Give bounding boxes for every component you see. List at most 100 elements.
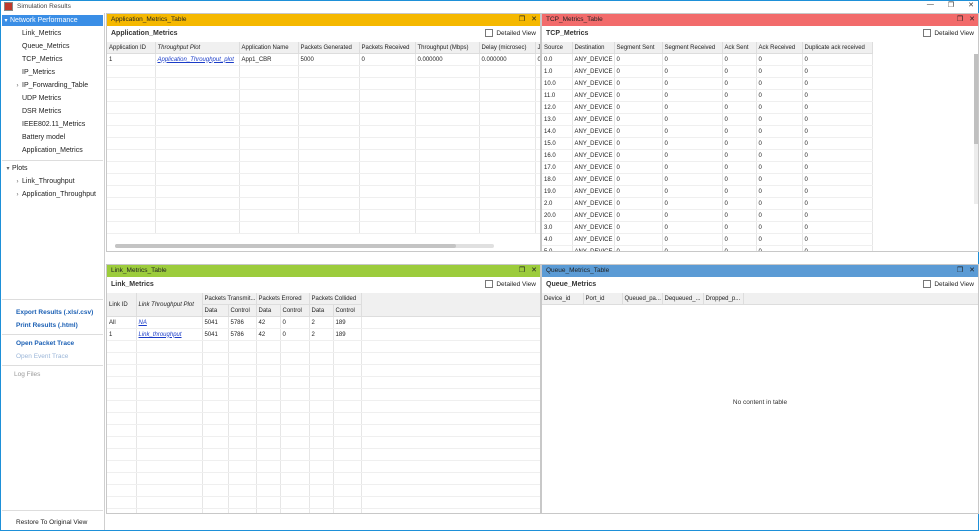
restore-icon[interactable]: ❐ — [957, 265, 963, 277]
table-cell — [415, 89, 480, 102]
table-row[interactable]: 16.0 ANY_DEVICE 0 0 0 0 0 — [542, 149, 873, 162]
sidebar-item-application-metrics[interactable]: Application_Metrics — [22, 145, 83, 156]
print-results-link[interactable]: Print Results (.html) — [16, 322, 78, 329]
sidebar-item-link-throughput[interactable]: › Link_Throughput — [13, 176, 75, 187]
column-header[interactable]: Packets Received — [359, 42, 416, 54]
close-icon[interactable]: ✕ — [531, 14, 537, 26]
table-cell: 0 — [722, 161, 757, 174]
column-header[interactable]: Link ID — [107, 293, 137, 317]
throughput-plot-link[interactable]: Application_Throughput_plot — [158, 57, 234, 63]
table-row[interactable]: 3.0 ANY_DEVICE 0 0 0 0 0 — [542, 221, 873, 234]
maximize-button[interactable]: ❐ — [948, 1, 954, 9]
sidebar-item-ip-forwarding[interactable]: › IP_Forwarding_Table — [13, 80, 89, 91]
column-header[interactable]: J — [535, 42, 540, 54]
table-row[interactable]: All NA 5041 5786 42 0 2 189 — [107, 316, 540, 329]
close-icon[interactable]: ✕ — [969, 14, 975, 26]
table-cell — [298, 185, 360, 198]
column-header[interactable]: Dequeued_... — [662, 293, 704, 305]
table-cell: 0 — [662, 197, 723, 210]
restore-icon[interactable]: ❐ — [519, 265, 525, 277]
table-row[interactable]: 14.0 ANY_DEVICE 0 0 0 0 0 — [542, 125, 873, 138]
column-header[interactable]: Segment Sent — [614, 42, 663, 54]
column-header[interactable]: Destination — [572, 42, 615, 54]
checkbox[interactable] — [485, 280, 494, 288]
column-header[interactable]: Source — [542, 42, 573, 54]
sidebar-item-ieee80211-metrics[interactable]: IEEE802.11_Metrics — [22, 119, 85, 130]
column-header[interactable]: Application Name — [239, 42, 299, 54]
detailed-view-toggle[interactable]: Detailed View — [485, 280, 536, 288]
column-header[interactable]: Ack Received — [756, 42, 803, 54]
table-row[interactable]: 12.0 ANY_DEVICE 0 0 0 0 0 — [542, 101, 873, 114]
table-row[interactable]: 0.0 ANY_DEVICE 0 0 0 0 0 — [542, 53, 873, 66]
horizontal-scrollbar[interactable] — [115, 244, 494, 248]
table-row[interactable]: 11.0 ANY_DEVICE 0 0 0 0 0 — [542, 89, 873, 102]
table-row[interactable]: 20.0 ANY_DEVICE 0 0 0 0 0 — [542, 209, 873, 222]
sidebar-item-ip-metrics[interactable]: IP_Metrics — [22, 67, 55, 78]
sidebar-item-udp-metrics[interactable]: UDP Metrics — [22, 93, 61, 104]
column-header[interactable]: Duplicate ack received — [802, 42, 873, 54]
sidebar-item-application-throughput[interactable]: › Application_Throughput — [13, 189, 96, 200]
column-header[interactable]: Device_id — [542, 293, 584, 305]
column-header[interactable]: Packets Errored — [256, 293, 310, 305]
column-header[interactable]: Port_id — [583, 293, 623, 305]
sidebar-item-queue-metrics[interactable]: Queue_Metrics — [22, 41, 69, 52]
detailed-view-toggle[interactable]: Detailed View — [923, 280, 974, 288]
column-header[interactable]: Application ID — [107, 42, 156, 54]
table-row[interactable]: 1 Link_throughput 5041 5786 42 0 2 189 — [107, 328, 540, 341]
table-row[interactable]: 2.0 ANY_DEVICE 0 0 0 0 0 — [542, 197, 873, 210]
column-header[interactable]: Packets Transmit... — [202, 293, 257, 305]
link-throughput-link[interactable]: Link_throughput — [139, 332, 182, 338]
export-results-link[interactable]: Export Results (.xls/.csv) — [16, 309, 93, 316]
minimize-button[interactable]: — — [927, 1, 934, 9]
table-row[interactable]: 15.0 ANY_DEVICE 0 0 0 0 0 — [542, 137, 873, 150]
restore-icon[interactable]: ❐ — [519, 14, 525, 26]
chevron-right-icon: › — [16, 192, 19, 198]
table-row[interactable]: 1.0 ANY_DEVICE 0 0 0 0 0 — [542, 65, 873, 78]
table-cell — [155, 149, 240, 162]
table-cell — [107, 113, 156, 126]
restore-view-button[interactable]: Restore To Original View — [16, 519, 87, 526]
table-row[interactable]: 18.0 ANY_DEVICE 0 0 0 0 0 — [542, 173, 873, 186]
sidebar-item-tcp-metrics[interactable]: TCP_Metrics — [22, 54, 62, 65]
checkbox[interactable] — [923, 29, 932, 37]
close-icon[interactable]: ✕ — [969, 265, 975, 277]
vertical-scrollbar[interactable] — [974, 54, 978, 204]
table-cell: 0 — [614, 185, 663, 198]
table-row[interactable]: 19.0 ANY_DEVICE 0 0 0 0 0 — [542, 185, 873, 198]
table-cell: App1_CBR — [239, 53, 299, 66]
table-row[interactable]: 1 Application_Throughput_plot App1_CBR 5000… — [107, 53, 540, 66]
column-header[interactable]: Ack Sent — [722, 42, 757, 54]
column-header[interactable]: Packets Generated — [298, 42, 360, 54]
detailed-view-toggle[interactable]: Detailed View — [485, 29, 536, 37]
column-header[interactable]: Dropped_p... — [703, 293, 744, 305]
column-header[interactable]: Throughput (Mbps) — [415, 42, 480, 54]
detailed-view-toggle[interactable]: Detailed View — [923, 29, 974, 37]
close-button[interactable]: ✕ — [968, 1, 974, 9]
column-header[interactable]: Segment Received — [662, 42, 723, 54]
checkbox[interactable] — [485, 29, 494, 37]
tree-network-performance[interactable]: ▾ Network Performance — [2, 15, 103, 26]
sidebar-item-battery-model[interactable]: Battery model — [22, 132, 65, 143]
sidebar-item-link-metrics[interactable]: Link_Metrics — [22, 28, 61, 39]
column-header[interactable]: Delay (microsec) — [479, 42, 536, 54]
table-row[interactable]: 10.0 ANY_DEVICE 0 0 0 0 0 — [542, 77, 873, 90]
tree-plots[interactable]: ▾ Plots — [4, 163, 27, 174]
checkbox[interactable] — [923, 280, 932, 288]
panel-title: Queue_Metrics_Table — [546, 267, 610, 274]
column-header[interactable]: Packets Collided — [309, 293, 362, 305]
column-header[interactable]: Queued_pa... — [622, 293, 663, 305]
sidebar-item-dsr-metrics[interactable]: DSR Metrics — [22, 106, 61, 117]
table-row[interactable]: 17.0 ANY_DEVICE 0 0 0 0 0 — [542, 161, 873, 174]
column-header[interactable]: Link Throughput Plot — [136, 293, 203, 317]
table-cell: 0 — [662, 209, 723, 222]
table-row[interactable]: 5.0 ANY_DEVICE 0 0 0 0 0 — [542, 245, 873, 251]
open-packet-trace-link[interactable]: Open Packet Trace — [16, 340, 74, 347]
log-files-link[interactable]: Log Files — [14, 371, 40, 378]
table-row[interactable]: 13.0 ANY_DEVICE 0 0 0 0 0 — [542, 113, 873, 126]
column-header[interactable]: Throughput Plot — [155, 42, 240, 54]
table-row[interactable]: 4.0 ANY_DEVICE 0 0 0 0 0 — [542, 233, 873, 246]
table-cell — [298, 101, 360, 114]
close-icon[interactable]: ✕ — [531, 265, 537, 277]
link-throughput-link[interactable]: NA — [139, 320, 147, 326]
restore-icon[interactable]: ❐ — [957, 14, 963, 26]
